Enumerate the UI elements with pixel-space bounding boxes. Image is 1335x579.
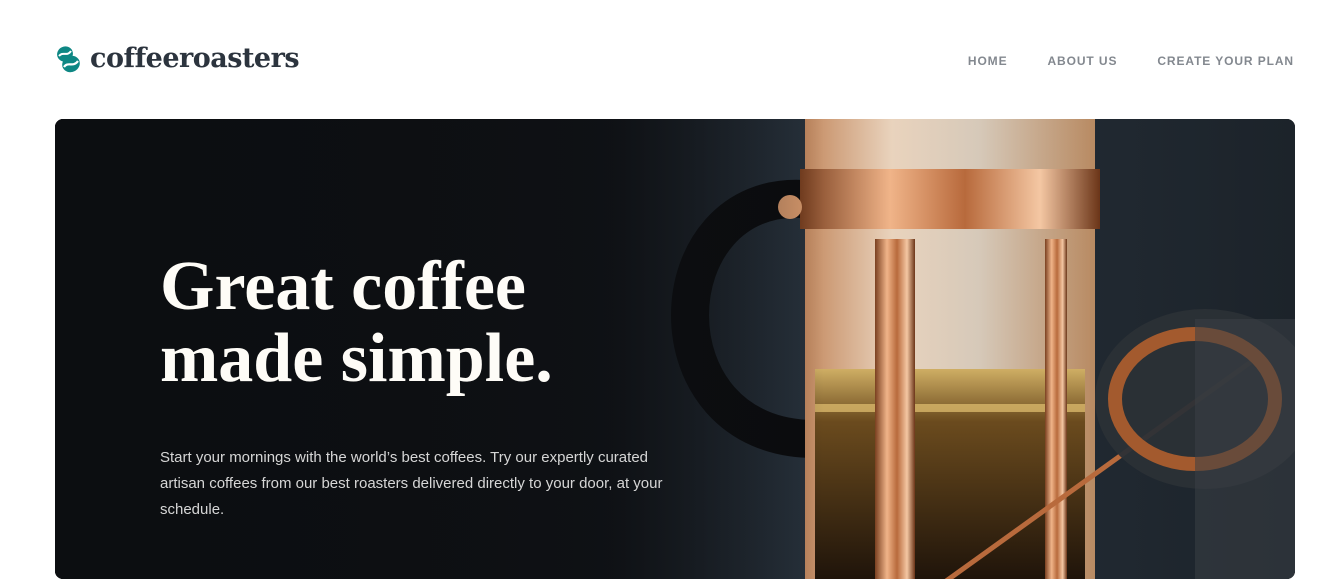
hero-section: Great coffee made simple. Start your mor…	[55, 119, 1295, 579]
hero-title-line-1: Great coffee	[160, 248, 526, 325]
hero-title: Great coffee made simple.	[160, 251, 640, 395]
nav-create-your-plan[interactable]: CREATE YOUR PLAN	[1157, 54, 1294, 68]
site-header: coffeeroasters HOME ABOUT US CREATE YOUR…	[0, 0, 1335, 119]
hero-description: Start your mornings with the world’s bes…	[160, 449, 663, 518]
hero-title-line-2: made simple.	[160, 320, 553, 397]
logo[interactable]: coffeeroasters	[56, 43, 300, 74]
main-nav: HOME ABOUT US CREATE YOUR PLAN	[968, 54, 1294, 68]
brand-name: coffeeroasters	[90, 43, 300, 74]
coffee-bean-logo-icon	[57, 46, 80, 73]
nav-home[interactable]: HOME	[968, 54, 1008, 68]
nav-about-us[interactable]: ABOUT US	[1047, 54, 1117, 68]
